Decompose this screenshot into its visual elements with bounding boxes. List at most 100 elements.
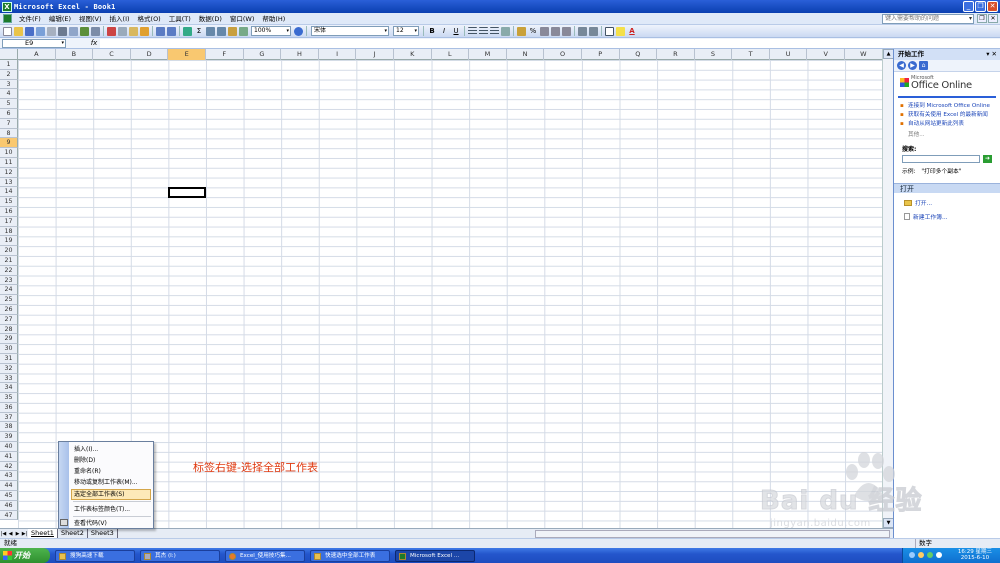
undo-icon[interactable] xyxy=(156,26,165,36)
taskbar-item[interactable]: 搜狗高速下载 xyxy=(55,549,135,562)
font-size-select[interactable]: 12 ▾ xyxy=(393,26,419,36)
row-header[interactable]: 42 xyxy=(0,461,18,472)
menu-item-move-copy[interactable]: 移动或复制工作表(M)... xyxy=(72,477,152,488)
vertical-scrollbar[interactable]: ▲ ▼ xyxy=(882,49,894,528)
menu-item-view-code[interactable]: 查看代码(V) xyxy=(72,518,152,529)
row-header[interactable]: 43 xyxy=(0,471,18,482)
help-icon[interactable] xyxy=(294,26,303,36)
row-header[interactable]: 44 xyxy=(0,481,18,492)
align-left-icon[interactable] xyxy=(468,26,477,36)
email-icon[interactable] xyxy=(47,26,56,36)
column-header[interactable]: M xyxy=(469,49,507,60)
forward-icon[interactable]: ▶ xyxy=(908,61,917,70)
row-header[interactable]: 41 xyxy=(0,451,18,462)
row-header[interactable]: 23 xyxy=(0,275,18,286)
column-header[interactable]: B xyxy=(56,49,94,60)
format-painter-icon[interactable] xyxy=(140,26,149,36)
chevron-down-icon[interactable]: ▾ xyxy=(286,27,289,35)
task-pane-title[interactable]: 开始工作 xyxy=(898,50,924,58)
sheet-tab[interactable]: Sheet2 xyxy=(58,529,88,538)
menu-data[interactable]: 数据(D) xyxy=(195,13,226,25)
menu-item-rename[interactable]: 重命名(R) xyxy=(72,466,152,477)
column-header[interactable]: E xyxy=(168,49,206,60)
decrease-decimal-icon[interactable] xyxy=(562,26,571,36)
align-right-icon[interactable] xyxy=(490,26,499,36)
row-header[interactable]: 38 xyxy=(0,422,18,433)
search-go-icon[interactable]: ➜ xyxy=(983,155,992,163)
horizontal-scrollbar[interactable] xyxy=(535,530,890,538)
save-icon[interactable] xyxy=(25,26,34,36)
menu-item-tab-color[interactable]: 工作表标签颜色(T)... xyxy=(72,504,152,515)
menu-item-insert[interactable]: 插入(I)... xyxy=(72,444,152,455)
column-header[interactable]: N xyxy=(507,49,545,60)
row-header[interactable]: 31 xyxy=(0,353,18,364)
print-icon[interactable] xyxy=(58,26,67,36)
next-sheet-icon[interactable]: ▶ xyxy=(14,531,21,537)
new-workbook-item[interactable]: 新建工作簿... xyxy=(904,212,1000,221)
tray-icon[interactable] xyxy=(918,552,924,558)
menu-insert[interactable]: 插入(I) xyxy=(106,13,134,25)
link-excel-news[interactable]: 获取有关使用 Excel 的最新新闻 xyxy=(908,112,988,119)
row-header[interactable]: 13 xyxy=(0,177,18,188)
row-header[interactable]: 47 xyxy=(0,510,18,521)
row-header[interactable]: 20 xyxy=(0,246,18,256)
underline-button[interactable]: U xyxy=(451,26,461,36)
row-header[interactable]: 35 xyxy=(0,393,18,403)
row-header[interactable]: 12 xyxy=(0,167,18,178)
column-header[interactable]: S xyxy=(695,49,733,60)
column-header[interactable]: J xyxy=(356,49,394,60)
hyperlink-icon[interactable] xyxy=(183,26,192,36)
paste-icon[interactable] xyxy=(129,26,138,36)
link-auto-update[interactable]: 自动从网站更新此列表 xyxy=(908,121,964,128)
active-cell[interactable] xyxy=(168,187,206,198)
column-header[interactable]: H xyxy=(281,49,319,60)
row-header[interactable]: 28 xyxy=(0,324,18,335)
align-center-icon[interactable] xyxy=(479,26,488,36)
column-header[interactable]: U xyxy=(770,49,808,60)
workbook-icon[interactable] xyxy=(3,14,12,23)
row-header[interactable]: 3 xyxy=(0,79,18,90)
row-header[interactable]: 32 xyxy=(0,363,18,374)
zoom-select[interactable]: 100% ▾ xyxy=(251,26,291,36)
autosum-icon[interactable]: Σ xyxy=(194,26,204,36)
row-header[interactable]: 2 xyxy=(0,69,18,80)
help-search-input[interactable]: 键入需要帮助的问题 ▾ xyxy=(882,14,974,24)
open-file-item[interactable]: 打开... xyxy=(904,198,1000,207)
taskbar-item[interactable]: 快速选中全部工作表 xyxy=(310,549,390,562)
taskbar-item-active[interactable]: Microsoft Excel ... xyxy=(395,549,475,562)
cut-icon[interactable] xyxy=(107,26,116,36)
row-header[interactable]: 46 xyxy=(0,500,18,511)
row-header[interactable]: 45 xyxy=(0,491,18,501)
research-icon[interactable] xyxy=(91,26,100,36)
restore-button[interactable]: ❐ xyxy=(975,1,986,12)
row-header[interactable]: 15 xyxy=(0,197,18,207)
column-header[interactable]: O xyxy=(544,49,582,60)
fx-icon[interactable]: fx xyxy=(88,39,100,47)
prev-sheet-icon[interactable]: ◀ xyxy=(7,531,14,537)
spelling-icon[interactable] xyxy=(80,26,89,36)
sheet-tab[interactable]: Sheet3 xyxy=(88,529,118,538)
row-header[interactable]: 8 xyxy=(0,128,18,139)
menu-tools[interactable]: 工具(T) xyxy=(165,13,195,25)
select-all-corner[interactable] xyxy=(0,49,18,60)
fill-color-icon[interactable] xyxy=(616,26,625,36)
redo-icon[interactable] xyxy=(167,26,176,36)
chevron-down-icon[interactable]: ▾ xyxy=(969,15,972,23)
row-header[interactable]: 21 xyxy=(0,255,18,266)
row-header[interactable]: 27 xyxy=(0,314,18,325)
row-header[interactable]: 24 xyxy=(0,285,18,296)
row-header[interactable]: 16 xyxy=(0,206,18,217)
menu-item-select-all-sheets[interactable]: 选定全部工作表(S) xyxy=(71,489,151,500)
font-color-icon[interactable]: A xyxy=(627,26,637,36)
row-header[interactable]: 17 xyxy=(0,216,18,227)
start-button[interactable]: 开始 xyxy=(0,548,50,563)
menu-item-delete[interactable]: 删除(D) xyxy=(72,455,152,466)
increase-indent-icon[interactable] xyxy=(589,26,598,36)
tray-icon[interactable] xyxy=(909,552,915,558)
row-header[interactable]: 9 xyxy=(0,138,18,149)
close-icon[interactable]: ▾ ✕ xyxy=(986,49,997,60)
workbook-restore-button[interactable]: ❐ xyxy=(977,14,987,23)
excel-icon[interactable]: X xyxy=(2,1,12,12)
row-header[interactable]: 40 xyxy=(0,442,18,452)
borders-icon[interactable] xyxy=(605,26,614,36)
